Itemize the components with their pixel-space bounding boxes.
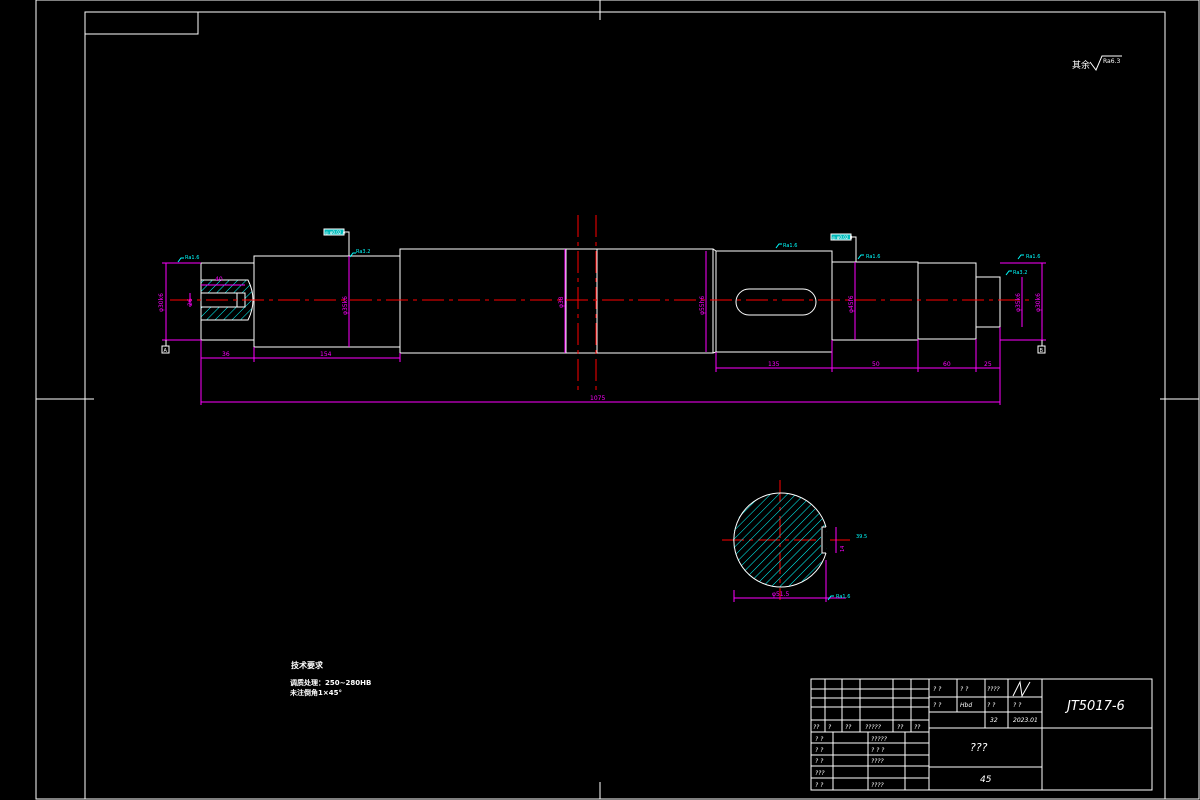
- tb-cell-r1b: ? ?: [960, 686, 969, 693]
- tb-cell-r1a: ? ?: [933, 686, 942, 693]
- tb-left-row4-a: ? ?: [815, 782, 824, 789]
- dim-keyway-depth: 26: [187, 298, 194, 306]
- tb-cell-r2d: ? ?: [1013, 702, 1022, 709]
- dim-shoulder-dia: φ35k6: [342, 296, 349, 315]
- tb-left-hdr-1: ?: [828, 724, 832, 731]
- dim-section-dia: φ51.5: [772, 591, 790, 598]
- roughness-mark-icon: [177, 257, 184, 263]
- tb-left-row2-a: ? ?: [815, 758, 824, 765]
- roughness-mark-6: Ra1.6: [1026, 254, 1040, 260]
- roughness-mark-5: Ra3.2: [1013, 270, 1027, 276]
- dim-right-seat-dia: φ35k6: [1015, 293, 1022, 312]
- dim-section-depth: 39.5: [856, 534, 867, 540]
- drawing-sheet: 其余 Ra6.3 40 φ30k6 26 φ35k6 φ38 φ55h6 φ45…: [0, 0, 1200, 800]
- center-lines: [170, 215, 1030, 600]
- dim-main-dia: φ55h6: [699, 296, 706, 315]
- dim-len-left-journal: 154: [320, 351, 332, 358]
- roughness-mark-icon: [857, 254, 864, 260]
- roughness-mark-icon: [1017, 254, 1024, 260]
- tb-cell-r1c: ????: [987, 686, 1001, 693]
- roughness-mark-1: Ra1.6: [185, 255, 199, 261]
- tb-left-row1-a: ? ?: [815, 747, 824, 754]
- tb-left-hdr-3: ?????: [865, 724, 882, 731]
- shaft-main-view: [200, 248, 1001, 354]
- dim-len-keyseat: 135: [768, 361, 780, 368]
- dimension-lines: [162, 249, 1046, 602]
- technical-requirements: 技术要求 调质处理：250~280HB 未注倒角1×45°: [290, 660, 371, 697]
- material: 45: [980, 775, 992, 785]
- dim-len-right-step: 60: [943, 361, 951, 368]
- roughness-mark-icon: [775, 243, 782, 249]
- tb-left-hdr-4: ??: [897, 724, 904, 731]
- keyway-slot: [735, 288, 817, 316]
- tech-req-line1: 调质处理：250~280HB: [290, 678, 371, 687]
- tech-req-line2: 未注倒角1×45°: [290, 688, 342, 697]
- cad-drawing: 其余 Ra6.3 40 φ30k6 26 φ35k6 φ38 φ55h6 φ45…: [35, 0, 1200, 800]
- tb-left-row4-c: ????: [871, 782, 885, 789]
- roughness-mark-7: Ra1.6: [836, 594, 850, 600]
- roughness-marks: Ra1.6 Ra3.2 Ra1.6 Ra1.6 Ra3.2 Ra1.6 Ra1.…: [177, 243, 1040, 601]
- dim-len-right-journal: 50: [872, 361, 880, 368]
- tb-left-row3-a: ???: [815, 770, 825, 777]
- tb-cell-r3a: 32: [990, 717, 998, 724]
- datum-a: A: [164, 348, 168, 354]
- roughness-note-prefix: 其余: [1072, 59, 1090, 71]
- tolerance-frame-1: ◎ φ0.02 A: [325, 230, 346, 235]
- roughness-mark-icon: [1005, 270, 1012, 276]
- tb-left-hdr-2: ??: [845, 724, 852, 731]
- tb-left-row1-c: ? ? ?: [871, 747, 885, 754]
- tb-left-hdr-5: ??: [914, 724, 921, 731]
- tb-left-row0-c: ?????: [871, 736, 888, 743]
- roughness-note-value: Ra6.3: [1103, 58, 1120, 65]
- dim-len-right-end: 25: [984, 361, 992, 368]
- roughness-mark-2: Ra3.2: [356, 249, 370, 255]
- roughness-mark-3: Ra1.6: [783, 243, 797, 249]
- dim-left-end-dia: φ30k6: [158, 293, 165, 312]
- tb-cell-r2c: ? ?: [987, 702, 996, 709]
- tb-left-row0-a: ? ?: [815, 736, 824, 743]
- datum-b: B: [1040, 348, 1044, 354]
- dim-keyway-length: 40: [215, 276, 223, 283]
- roughness-mark-4: Ra1.6: [866, 254, 880, 260]
- tolerance-frames: ◎ φ0.02 A ◎ φ0.02 B: [323, 228, 857, 262]
- dim-section-key-width: 14: [840, 546, 846, 552]
- dim-len-left-end: 36: [222, 351, 230, 358]
- tb-cell-r2b: Hbd: [960, 702, 972, 709]
- tb-left-row2-c: ????: [871, 758, 885, 765]
- tb-left-hdr-0: ??: [813, 724, 820, 731]
- tb-cell-r2a: ? ?: [933, 702, 942, 709]
- dim-right-end-dia: φ30k6: [1035, 293, 1042, 312]
- tech-req-title: 技术要求: [291, 660, 324, 670]
- dimension-texts: 40 φ30k6 26 φ35k6 φ38 φ55h6 φ45f6 φ35k6 …: [158, 276, 1042, 598]
- tolerance-frame-2: ◎ φ0.02 B: [832, 235, 853, 240]
- dim-total-length: 1075: [590, 395, 605, 402]
- drawing-date: 2023.01: [1013, 717, 1038, 724]
- dim-keyseat-dia: φ45f6: [848, 295, 855, 313]
- title-block: [810, 678, 1153, 791]
- keyseat-cross-section: [733, 492, 827, 588]
- drawing-number: JT5017-6: [1064, 699, 1125, 714]
- dim-collar-dia: φ38: [558, 296, 565, 308]
- part-name: ???: [970, 741, 988, 754]
- general-roughness-note: 其余 Ra6.3: [1072, 55, 1122, 71]
